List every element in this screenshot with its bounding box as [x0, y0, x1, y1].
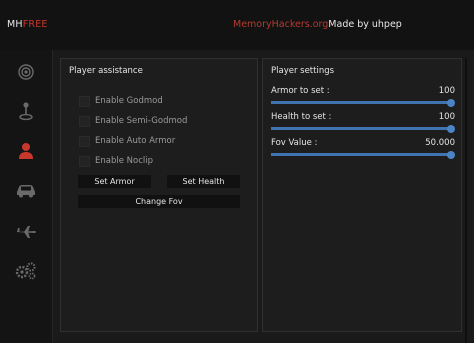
slider-value: 50.000	[425, 138, 455, 148]
gears-icon[interactable]	[14, 259, 38, 283]
user-icon[interactable]	[14, 139, 38, 163]
credits: MemoryHackers.orgMade by uhpep	[233, 19, 402, 30]
logo-suffix: FREE	[22, 19, 48, 30]
car-icon[interactable]	[14, 179, 38, 203]
slider-fill	[271, 127, 451, 130]
slider-label: Health to set :	[271, 112, 332, 122]
logo-prefix: MH	[7, 19, 23, 30]
checkbox-label: Enable Semi-Godmod	[95, 116, 188, 126]
semi-godmod-checkbox-row[interactable]: Enable Semi-Godmod	[79, 115, 187, 127]
semi-godmod-checkbox[interactable]	[79, 115, 90, 127]
armor-slider[interactable]	[271, 98, 455, 107]
health-slider[interactable]	[271, 124, 455, 133]
change-fov-button[interactable]: Change Fov	[78, 195, 240, 208]
set-armor-button[interactable]: Set Armor	[78, 175, 151, 188]
target-icon[interactable]	[14, 60, 38, 84]
panel-title: Player settings	[271, 66, 335, 76]
title-bar: MHFREE MemoryHackers.orgMade by uhpep	[0, 0, 474, 50]
slider-label: Armor to set :	[271, 86, 330, 96]
fov-slider[interactable]	[271, 150, 455, 159]
health-slider-block: Health to set : 100	[271, 112, 455, 133]
armor-slider-block: Armor to set : 100	[271, 86, 455, 107]
site-link[interactable]: MemoryHackers.org	[233, 19, 328, 30]
plane-icon[interactable]	[14, 220, 38, 244]
slider-handle[interactable]	[447, 98, 455, 107]
slider-fill	[271, 101, 451, 104]
set-health-button[interactable]: Set Health	[167, 175, 240, 188]
auto-armor-checkbox-row[interactable]: Enable Auto Armor	[79, 135, 175, 147]
noclip-checkbox-row[interactable]: Enable Noclip	[79, 155, 153, 167]
noclip-checkbox[interactable]	[79, 155, 90, 167]
slider-value: 100	[438, 112, 455, 122]
checkbox-label: Enable Noclip	[95, 156, 154, 166]
slider-handle[interactable]	[447, 150, 455, 159]
slider-fill	[271, 153, 451, 156]
player-settings-panel: Player settings Armor to set : 100 Healt…	[262, 58, 462, 332]
godmod-checkbox[interactable]	[79, 95, 90, 107]
fov-slider-block: Fov Value : 50.000	[271, 138, 455, 159]
player-assistance-panel: Player assistance Enable Godmod Enable S…	[60, 58, 258, 332]
slider-handle[interactable]	[447, 124, 455, 133]
panel-title: Player assistance	[69, 66, 143, 76]
app-logo: MHFREE	[7, 19, 48, 30]
slider-label: Fov Value :	[271, 138, 318, 148]
auto-armor-checkbox[interactable]	[79, 135, 90, 147]
sidebar	[0, 50, 52, 343]
checkbox-label: Enable Auto Armor	[95, 136, 176, 146]
joystick-icon[interactable]	[14, 99, 38, 123]
author-credit: Made by uhpep	[328, 19, 402, 30]
checkbox-label: Enable Godmod	[95, 96, 163, 106]
godmod-checkbox-row[interactable]: Enable Godmod	[79, 95, 163, 107]
right-edge	[465, 58, 467, 343]
slider-value: 100	[438, 86, 455, 96]
